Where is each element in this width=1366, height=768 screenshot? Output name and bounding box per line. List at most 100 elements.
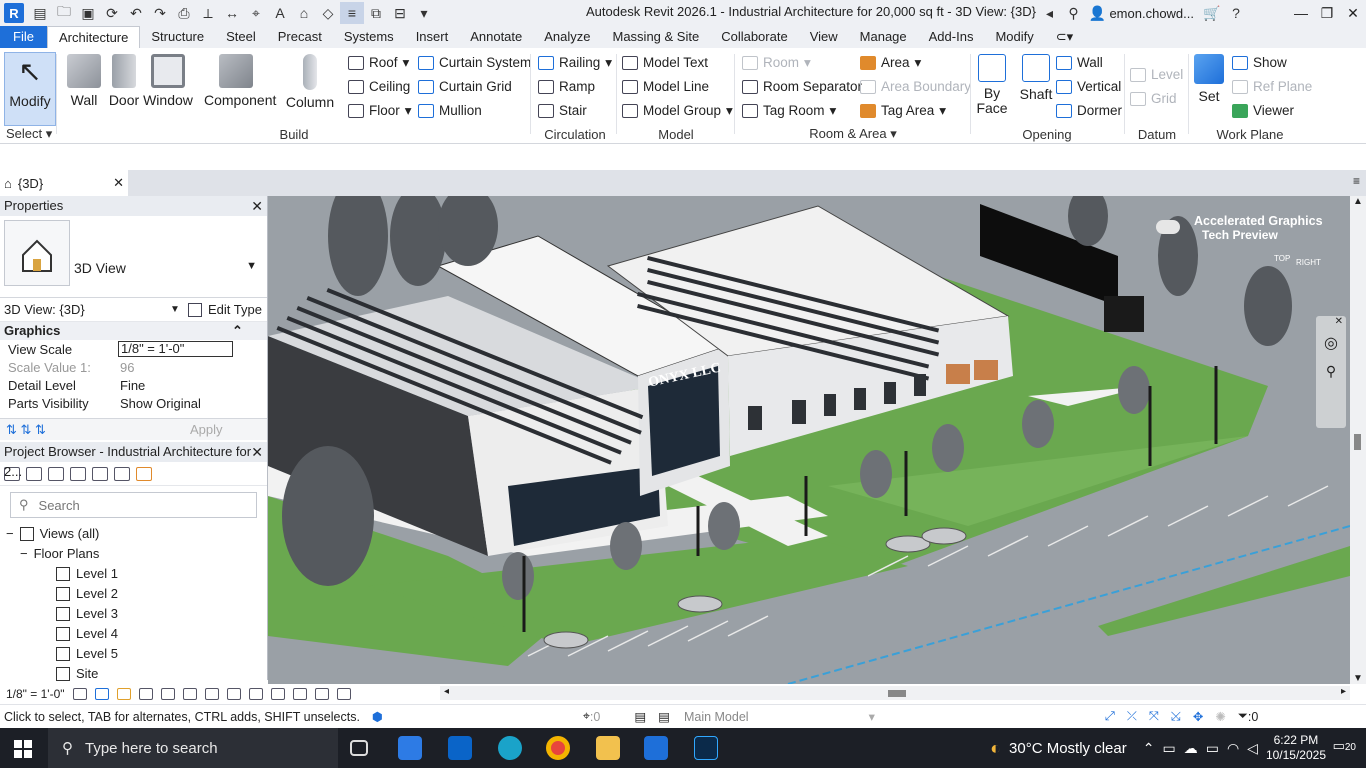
redo-icon[interactable]: ↷ [148,2,172,24]
viewcube-right[interactable]: RIGHT [1296,258,1321,267]
select-underlay-icon[interactable]: ⤫ [1127,709,1137,724]
column-button[interactable]: Column [284,52,336,122]
status-info-icon[interactable]: ⬢ [372,709,383,724]
worksets-icon[interactable]: ▤ [634,709,646,724]
horizontal-scroll-thumb[interactable] [888,690,906,697]
binoculars-icon[interactable]: ⚲ [1061,2,1085,24]
revit-taskbar-icon[interactable] [644,736,668,760]
user-name[interactable]: emon.chowd... [1109,6,1194,21]
tab-view[interactable]: View [799,26,849,48]
file-explorer-icon[interactable] [596,736,620,760]
restore-icon[interactable]: ❐ [1314,5,1340,22]
tag-room-button[interactable]: Tag Room ▾ [742,100,836,122]
lock-3d-icon[interactable] [226,688,241,700]
show-button[interactable]: Show [1232,52,1287,74]
measure-icon[interactable]: ⟂ [196,2,220,24]
user-icon[interactable]: 👤 [1085,2,1109,24]
ref-plane-button[interactable]: Ref Plane [1232,76,1312,98]
tab-modify[interactable]: Modify [984,26,1044,48]
filter-icon[interactable]: ⏷ [1238,709,1248,724]
vertical-scrollbar[interactable]: ▲ ▼ [1350,196,1366,684]
links-icon[interactable] [136,466,152,481]
collapse-icon[interactable]: ⌃ [232,322,243,340]
browser-search-input[interactable]: ⚲ Search [10,492,257,518]
collapse-minus-icon[interactable]: − [20,544,28,564]
visual-style-icon[interactable] [94,688,109,700]
tab-steel[interactable]: Steel [215,26,267,48]
tree-level-2[interactable]: Level 2 [56,584,118,604]
tab-massing-site[interactable]: Massing & Site [602,26,711,48]
edit-type-button[interactable]: Edit Type [188,302,262,317]
close-icon[interactable]: ✕ [1340,5,1366,22]
properties-help-icon[interactable]: ⇅ ⇅ ⇅ [6,422,46,438]
design-options-icon[interactable]: ▤ [658,709,670,724]
thin-lines-icon[interactable]: ≡ [340,2,364,24]
scroll-right-icon[interactable]: ▸ [1341,686,1346,697]
parts-visibility-value[interactable]: Show Original [118,396,267,411]
store-icon[interactable] [398,736,422,760]
tab-manage[interactable]: Manage [849,26,918,48]
reveal-hidden-icon[interactable] [270,688,285,700]
home-icon[interactable]: ▤ [28,2,52,24]
room-button[interactable]: Room ▾ [742,52,811,74]
dormer-button[interactable]: Dormer [1056,100,1122,122]
switch-windows-icon[interactable]: ⊟ [388,2,412,24]
clock[interactable]: 6:22 PM 10/15/2025 [1266,733,1326,763]
opening-wall-button[interactable]: Wall [1056,52,1103,74]
ribbon-toggle-icon[interactable]: ⊂▾ [1045,26,1084,48]
set-button[interactable]: Set [1190,52,1228,122]
tag-area-button[interactable]: Tag Area ▾ [860,100,946,122]
curtain-grid-button[interactable]: Curtain Grid [418,76,512,98]
cart-icon[interactable]: 🛒 [1200,2,1224,24]
schedules-icon[interactable] [48,466,64,481]
weather-text[interactable]: 30°C Mostly clear [1009,740,1127,757]
roof-button[interactable]: Roof ▾ [348,52,409,74]
temp-hide-icon[interactable] [248,688,263,700]
viewcube[interactable]: TOP RIGHT [1270,238,1322,282]
print-icon[interactable]: ⎙ [172,2,196,24]
onedrive-icon[interactable]: ☁ [1184,740,1198,757]
zoom-icon[interactable]: ⚲ [1316,363,1346,380]
ceiling-button[interactable]: Ceiling [348,76,410,98]
help-icon[interactable]: ? [1224,2,1248,24]
floor-button[interactable]: Floor ▾ [348,100,412,122]
tree-level-1[interactable]: Level 1 [56,564,118,584]
tab-systems[interactable]: Systems [333,26,405,48]
weather-icon[interactable]: ◐ [990,738,1001,759]
tag-icon[interactable]: ⌖ [244,2,268,24]
legends-icon[interactable] [26,466,42,481]
select-links-icon[interactable]: ⤢ [1105,709,1115,724]
windows-start-icon[interactable] [14,740,32,758]
viewcube-top[interactable]: TOP [1274,254,1290,263]
tree-site[interactable]: Site [56,664,98,684]
show-crop-icon[interactable] [204,688,219,700]
mullion-button[interactable]: Mullion [418,100,482,122]
scroll-up-icon[interactable]: ▲ [1350,196,1366,207]
task-view-icon[interactable] [350,740,368,756]
accelerated-graphics-toggle[interactable] [1156,220,1180,234]
close-navbar-icon[interactable]: ✕ [1316,316,1346,327]
horizontal-scrollbar[interactable]: ◂ ▸ [440,686,1350,700]
taskbar-search-input[interactable]: ⚲ Type here to search [48,728,338,768]
nav-arrows-icon[interactable]: ◂ [1037,2,1061,24]
view-scale-input[interactable]: 1/8" = 1'-0" [118,341,233,357]
crop-view-icon[interactable] [182,688,197,700]
shaft-button[interactable]: Shaft [1016,52,1056,122]
save-icon[interactable]: ▣ [76,2,100,24]
tray-expand-icon[interactable]: ⌃ [1143,740,1155,757]
shadows-icon[interactable] [138,688,153,700]
detail-level-value[interactable]: Fine [118,378,267,393]
detail-level-icon[interactable] [72,688,87,700]
tab-analyze[interactable]: Analyze [533,26,601,48]
panel-select-label[interactable]: Select ▾ [0,126,56,142]
undo-icon[interactable]: ↶ [124,2,148,24]
modify-button[interactable]: ↖ Modify [4,52,56,126]
view-tab-3d[interactable]: ⌂ {3D} ✕ [0,170,128,196]
minimize-icon[interactable]: — [1288,5,1314,21]
close-browser-icon[interactable]: ✕ [251,442,263,462]
viewer-button[interactable]: Viewer [1232,100,1294,122]
tab-file[interactable]: File [0,26,47,48]
highlight-displacement-icon[interactable] [336,688,351,700]
area-boundary-button[interactable]: Area Boundary [860,76,971,98]
level-button[interactable]: Level [1130,64,1183,86]
